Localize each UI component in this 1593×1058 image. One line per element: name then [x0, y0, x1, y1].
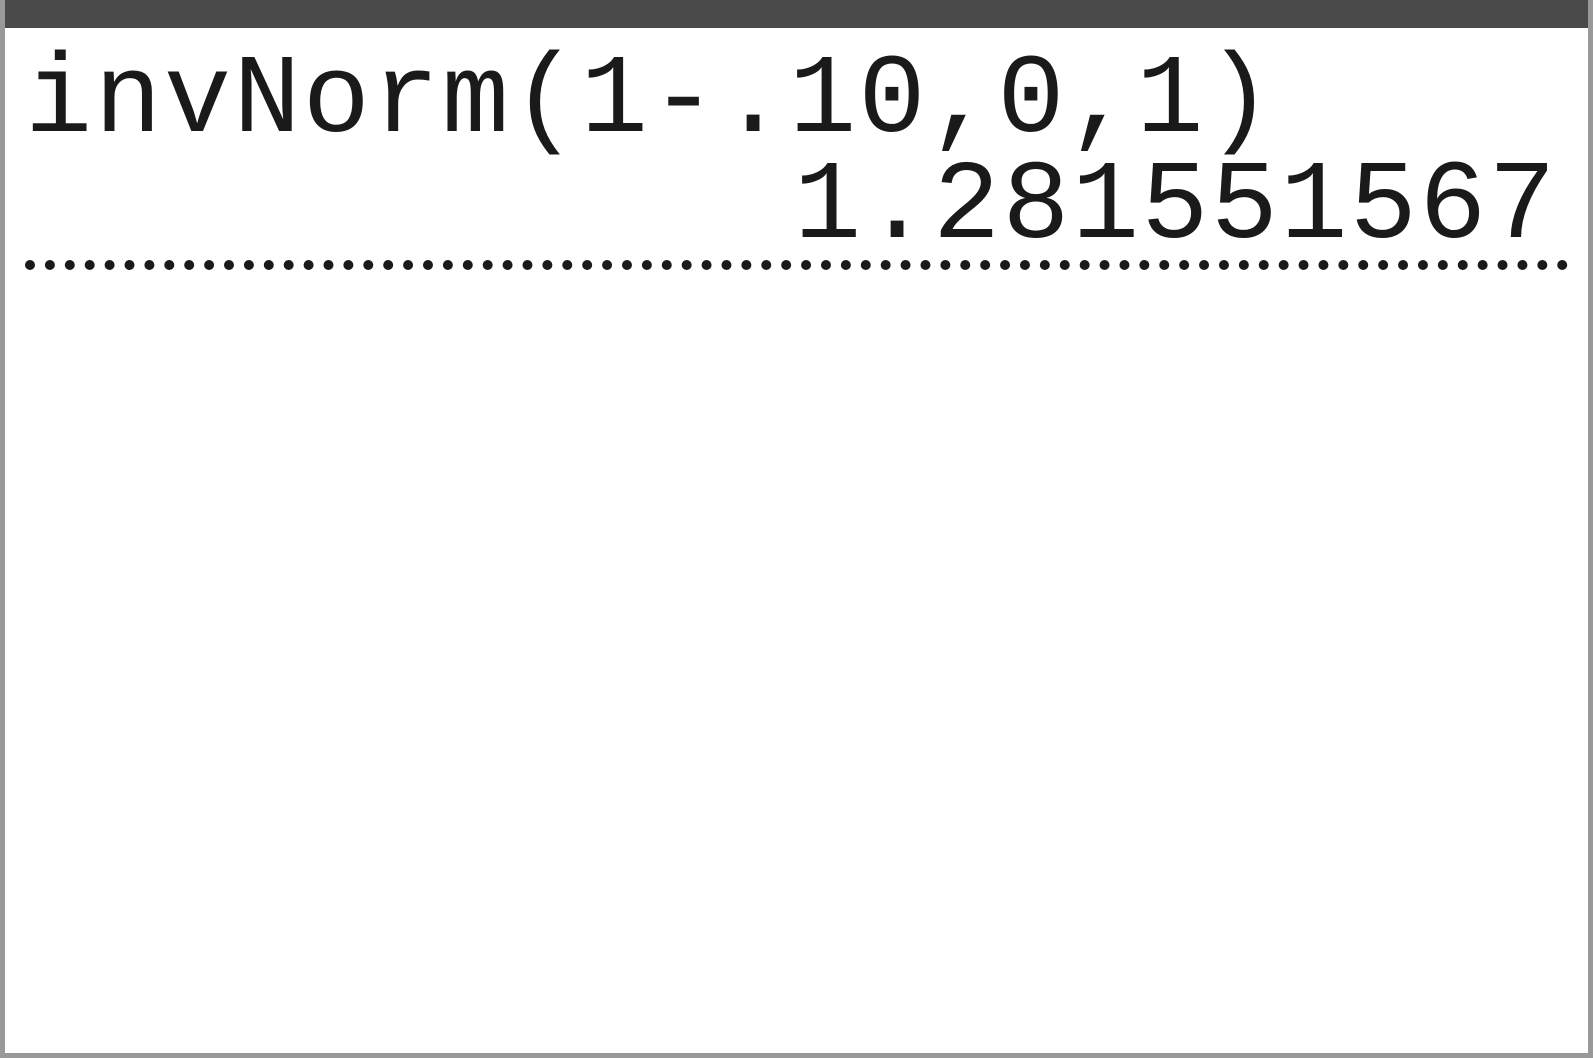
history-entry: invNorm(1-.10,0,1) 1.281551567: [25, 46, 1568, 270]
calculator-screen[interactable]: invNorm(1-.10,0,1) 1.281551567: [5, 28, 1588, 270]
window-top-bar: [5, 0, 1588, 28]
expression-result: 1.281551567: [25, 152, 1568, 264]
expression-input: invNorm(1-.10,0,1): [25, 46, 1568, 158]
